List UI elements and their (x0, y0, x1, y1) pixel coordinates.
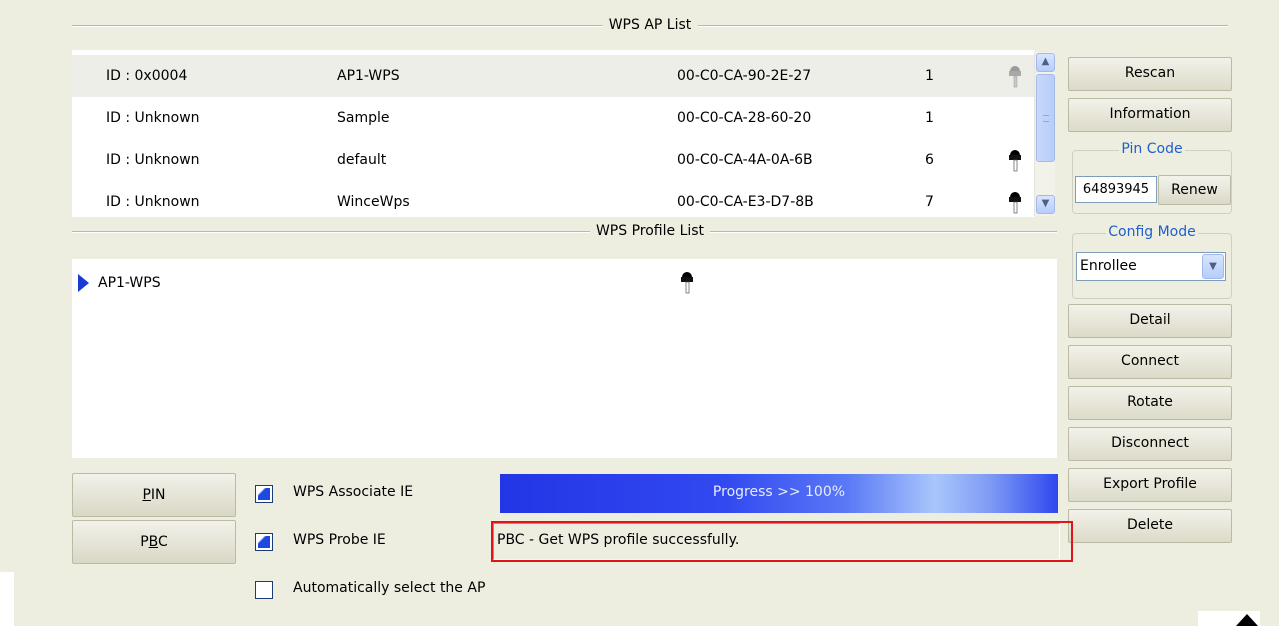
ap-mac: 00-C0-CA-28-60-20 (677, 110, 812, 126)
pbc-label-start: P (140, 534, 149, 550)
wps-associate-ie-label: WPS Associate IE (293, 484, 414, 500)
config-mode-group: Config Mode Enrollee ▼ (1072, 224, 1232, 299)
key-icon (1009, 66, 1021, 88)
ap-ssid: WinceWps (337, 194, 410, 210)
pin-label-rest: IN (150, 487, 166, 503)
config-mode-title-text: Config Mode (1106, 224, 1198, 240)
information-button[interactable]: Information (1068, 98, 1232, 132)
divider (72, 231, 1057, 233)
profile-ssid: AP1-WPS (98, 275, 161, 291)
ap-row[interactable]: ID : 0x0004 AP1-WPS 00-C0-CA-90-2E-27 1 (72, 55, 1035, 97)
export-profile-button[interactable]: Export Profile (1068, 468, 1232, 502)
key-icon (1009, 192, 1021, 214)
ap-id: ID : Unknown (106, 110, 200, 126)
ap-channel: 6 (925, 152, 934, 168)
ap-channel: 1 (925, 110, 934, 126)
status-text: PBC - Get WPS profile successfully. (497, 532, 740, 548)
ap-ssid: default (337, 152, 387, 168)
pbc-button[interactable]: PBC (72, 520, 236, 564)
status-highlight: PBC - Get WPS profile successfully. (491, 521, 1073, 562)
wps-probe-ie-label: WPS Probe IE (293, 532, 386, 548)
pbc-label-end: C (158, 534, 168, 550)
ap-id: ID : 0x0004 (106, 68, 188, 84)
ap-row[interactable]: ID : Unknown default 00-C0-CA-4A-0A-6B 6 (72, 139, 1035, 181)
ap-id: ID : Unknown (106, 194, 200, 210)
wps-ap-list-header: WPS AP List (72, 17, 1228, 33)
selection-arrow-icon (78, 274, 89, 292)
disconnect-button[interactable]: Disconnect (1068, 427, 1232, 461)
status-field: PBC - Get WPS profile successfully. (493, 523, 1060, 560)
wps-profile-list[interactable]: AP1-WPS (72, 259, 1057, 458)
wps-progress-bar: Progress >> 100% (500, 474, 1058, 513)
pin-code-group: Pin Code 64893945 Renew (1072, 141, 1232, 214)
scroll-grip (1043, 115, 1049, 122)
rescan-button[interactable]: Rescan (1068, 57, 1232, 91)
wps-profile-list-title: WPS Profile List (589, 223, 711, 239)
ap-id: ID : Unknown (106, 152, 200, 168)
pin-code-title-text: Pin Code (1119, 141, 1185, 157)
pbc-mnemonic: B (148, 534, 159, 550)
wps-profile-list-header: WPS Profile List (72, 223, 1057, 239)
ap-mac: 00-C0-CA-E3-D7-8B (677, 194, 814, 210)
scroll-up-icon[interactable]: ▲ (1036, 53, 1055, 72)
scroll-down-icon[interactable]: ▼ (1036, 195, 1055, 214)
config-mode-value: Enrollee (1080, 258, 1137, 274)
pin-code-field[interactable]: 64893945 (1075, 176, 1157, 203)
renew-button[interactable]: Renew (1158, 175, 1231, 205)
collapse-arrow-icon[interactable] (1236, 614, 1258, 626)
pin-button[interactable]: PIN (72, 473, 236, 517)
detail-button[interactable]: Detail (1068, 304, 1232, 338)
key-icon (1009, 150, 1021, 172)
ap-ssid: AP1-WPS (337, 68, 400, 84)
ap-mac: 00-C0-CA-90-2E-27 (677, 68, 812, 84)
config-mode-select[interactable]: Enrollee ▼ (1076, 252, 1226, 281)
ap-channel: 1 (925, 68, 934, 84)
scroll-thumb[interactable] (1036, 74, 1055, 162)
wps-panel: WPS AP List ID : 0x0004 AP1-WPS 00-C0-CA… (0, 0, 1279, 626)
config-mode-title: Config Mode (1073, 224, 1231, 240)
ap-mac: 00-C0-CA-4A-0A-6B (677, 152, 813, 168)
ap-ssid: Sample (337, 110, 390, 126)
progress-text: Progress >> 100% (712, 484, 846, 500)
window-edge (0, 572, 14, 626)
delete-button[interactable]: Delete (1068, 509, 1232, 543)
ap-channel: 7 (925, 194, 934, 210)
auto-select-ap-checkbox[interactable] (255, 581, 273, 599)
ap-list-scrollbar[interactable]: ▲ ▼ (1034, 52, 1055, 216)
rotate-button[interactable]: Rotate (1068, 386, 1232, 420)
wps-ap-list-title: WPS AP List (602, 17, 698, 33)
ap-row[interactable]: ID : Unknown WinceWps 00-C0-CA-E3-D7-8B … (72, 181, 1035, 223)
dropdown-chevron-icon[interactable]: ▼ (1202, 254, 1224, 279)
pin-code-title: Pin Code (1073, 141, 1231, 157)
wps-ap-list[interactable]: ID : 0x0004 AP1-WPS 00-C0-CA-90-2E-27 1 … (72, 50, 1035, 217)
pin-mnemonic: P (142, 487, 151, 503)
ap-row[interactable]: ID : Unknown Sample 00-C0-CA-28-60-20 1 (72, 97, 1035, 139)
wps-associate-ie-checkbox[interactable] (255, 485, 273, 503)
auto-select-ap-label: Automatically select the AP (293, 580, 486, 596)
key-icon (681, 272, 693, 294)
connect-button[interactable]: Connect (1068, 345, 1232, 379)
wps-probe-ie-checkbox[interactable] (255, 533, 273, 551)
